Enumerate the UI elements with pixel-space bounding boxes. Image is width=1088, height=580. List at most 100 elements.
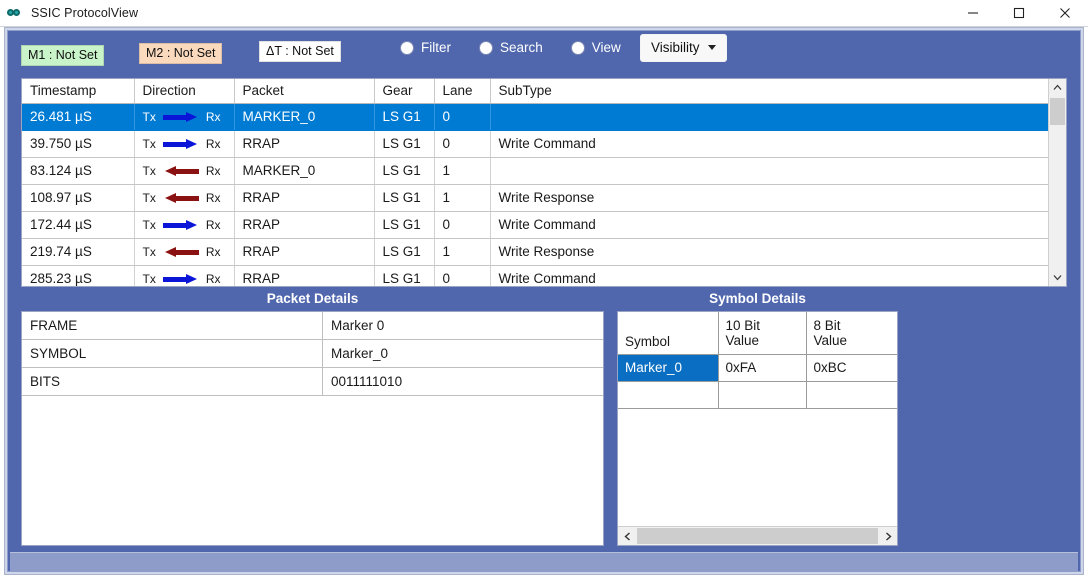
radio-filter[interactable]: Filter: [400, 40, 451, 55]
symbol-table-header-row: Symbol 10 Bit Value 8 Bit Value: [618, 312, 897, 355]
scroll-right-icon[interactable]: [879, 527, 897, 545]
symbol-details-table: Symbol 10 Bit Value 8 Bit Value: [618, 312, 897, 409]
cell-gear: LS G1: [374, 239, 434, 266]
table-row[interactable]: 108.97 µSTxRxRRAPLS G11Write Response: [22, 185, 1048, 212]
tx-label: Tx: [143, 164, 156, 178]
hscrollbar-thumb[interactable]: [637, 528, 878, 544]
packet-detail-row: BITS0011111010: [22, 368, 603, 396]
table-row[interactable]: 285.23 µSTxRxRRAPLS G10Write Command: [22, 266, 1048, 288]
tx-label: Tx: [143, 137, 156, 151]
details-area: Packet Details FRAMEMarker 0SYMBOLMarker…: [21, 287, 1067, 546]
column-header-packet[interactable]: Packet: [234, 79, 374, 104]
column-header-timestamp[interactable]: Timestamp: [22, 79, 134, 104]
packet-table: Timestamp Direction Packet Gear Lane Sub…: [22, 79, 1048, 287]
cell-packet: RRAP: [234, 185, 374, 212]
col-8bit-line2: Value: [814, 333, 898, 348]
scroll-left-icon[interactable]: [618, 527, 636, 545]
column-header-10bit-value[interactable]: 10 Bit Value: [718, 312, 806, 355]
column-header-lane[interactable]: Lane: [434, 79, 490, 104]
table-row[interactable]: 83.124 µSTxRxMARKER_0LS G11: [22, 158, 1048, 185]
column-header-gear[interactable]: Gear: [374, 79, 434, 104]
symbol-10bit-value: 0xFA: [718, 355, 806, 382]
delta-t-badge[interactable]: ΔT : Not Set: [259, 41, 341, 62]
cell-gear: LS G1: [374, 185, 434, 212]
symbol-8bit-value: [806, 382, 897, 409]
cell-direction: TxRx: [134, 239, 234, 266]
scroll-down-icon[interactable]: [1049, 269, 1066, 286]
packet-table-header-row: Timestamp Direction Packet Gear Lane Sub…: [22, 79, 1048, 104]
rx-label: Rx: [206, 191, 221, 205]
arrow-right-icon: [163, 112, 199, 122]
marker2-badge[interactable]: M2 : Not Set: [139, 43, 222, 64]
cell-lane: 0: [434, 266, 490, 288]
col-10bit-line1: 10 Bit: [726, 318, 806, 333]
detail-key: BITS: [22, 368, 323, 396]
packet-table-scrollbar[interactable]: [1048, 79, 1066, 286]
symbol-details-hscrollbar[interactable]: [618, 526, 897, 545]
column-header-symbol[interactable]: Symbol: [618, 312, 718, 355]
detail-value: 0011111010: [323, 368, 604, 396]
cell-timestamp: 39.750 µS: [22, 131, 134, 158]
window-title: SSIC ProtocolView: [31, 6, 138, 20]
column-header-direction[interactable]: Direction: [134, 79, 234, 104]
cell-subtype: Write Command: [490, 131, 1048, 158]
minimize-button[interactable]: [950, 0, 996, 26]
status-bar: [10, 552, 1078, 571]
symbol-details-title: Symbol Details: [617, 287, 898, 311]
cell-lane: 0: [434, 131, 490, 158]
cell-gear: LS G1: [374, 131, 434, 158]
detail-key: SYMBOL: [22, 340, 323, 368]
radio-view[interactable]: View: [571, 40, 621, 55]
close-button[interactable]: [1042, 0, 1088, 26]
radio-filter-label: Filter: [421, 40, 451, 55]
packet-details-box: FRAMEMarker 0SYMBOLMarker_0BITS001111101…: [21, 311, 604, 546]
symbol-details-empty-area: [618, 409, 897, 526]
symbol-name: [618, 382, 718, 409]
cell-direction: TxRx: [134, 185, 234, 212]
marker1-badge[interactable]: M1 : Not Set: [21, 45, 104, 66]
symbol-name: Marker_0: [618, 355, 718, 382]
col-10bit-line2: Value: [726, 333, 806, 348]
column-header-subtype[interactable]: SubType: [490, 79, 1048, 104]
symbol-details-box: Symbol 10 Bit Value 8 Bit Value: [617, 311, 898, 546]
radio-search-icon: [479, 41, 493, 55]
arrow-left-icon: [163, 166, 199, 176]
cell-direction: TxRx: [134, 158, 234, 185]
column-header-8bit-value[interactable]: 8 Bit Value: [806, 312, 897, 355]
radio-filter-icon: [400, 41, 414, 55]
cell-lane: 1: [434, 158, 490, 185]
cell-direction: Tx Rx: [134, 212, 234, 239]
window-controls: [950, 0, 1088, 26]
cell-lane: 0: [434, 212, 490, 239]
symbol-row[interactable]: [618, 382, 897, 409]
arrow-right-icon: [163, 274, 199, 284]
packet-details-table: FRAMEMarker 0SYMBOLMarker_0BITS001111101…: [22, 312, 603, 396]
cell-packet: RRAP: [234, 131, 374, 158]
cell-subtype: Write Response: [490, 185, 1048, 212]
symbol-10bit-value: [718, 382, 806, 409]
tx-label: Tx: [143, 218, 156, 232]
app-logo-icon: [7, 4, 25, 22]
arrow-left-icon: [163, 247, 199, 257]
visibility-dropdown[interactable]: Visibility: [640, 34, 727, 62]
arrow-right-icon: [163, 220, 199, 230]
table-row[interactable]: 39.750 µSTxRxRRAPLS G10Write Command: [22, 131, 1048, 158]
cell-packet: RRAP: [234, 266, 374, 288]
packet-detail-row: SYMBOLMarker_0: [22, 340, 603, 368]
maximize-button[interactable]: [996, 0, 1042, 26]
scroll-up-icon[interactable]: [1049, 79, 1066, 96]
scrollbar-thumb[interactable]: [1050, 98, 1065, 125]
table-row[interactable]: 172.44 µSTxRxRRAPLS G10Write Command: [22, 212, 1048, 239]
table-row[interactable]: 26.481 µSTxRxMARKER_0LS G10: [22, 104, 1048, 131]
symbol-8bit-value: 0xBC: [806, 355, 897, 382]
packet-table-body: 26.481 µSTxRxMARKER_0LS G1039.750 µS Tx Rx…: [22, 104, 1048, 288]
radio-search[interactable]: Search: [479, 40, 543, 55]
cell-lane: 1: [434, 185, 490, 212]
cell-packet: RRAP: [234, 212, 374, 239]
symbol-row[interactable]: Marker_00xFA0xBC: [618, 355, 897, 382]
cell-timestamp: 285.23 µS: [22, 266, 134, 288]
detail-key: FRAME: [22, 312, 323, 340]
table-row[interactable]: 219.74 µSTxRxRRAPLS G11Write Response: [22, 239, 1048, 266]
cell-subtype: Write Command: [490, 266, 1048, 288]
rx-label: Rx: [206, 218, 221, 232]
